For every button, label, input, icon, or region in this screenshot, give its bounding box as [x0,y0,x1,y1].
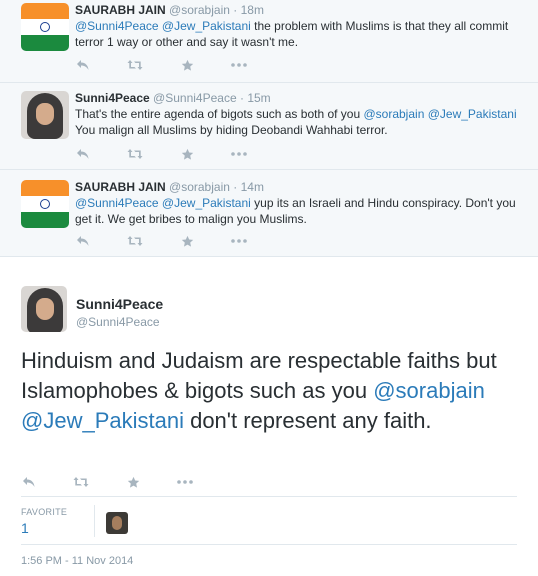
tweet-time[interactable]: 18m [241,3,264,17]
main-user-name[interactable]: Sunni4Peace [76,296,163,312]
reply-tweet-3[interactable]: SAURABH JAIN @sorabjain · 14m @Sunni4Pea… [0,170,538,257]
user-handle[interactable]: @sorabjain [169,3,230,17]
star-icon[interactable] [125,474,141,490]
main-user-avatar[interactable] [21,286,67,332]
reply-icon[interactable] [75,57,91,73]
favoriter-avatar[interactable] [106,512,128,534]
mention-link[interactable]: @sorabjain [363,107,424,121]
star-icon[interactable] [179,57,195,73]
mention-link[interactable]: @Jew_Pakistani [21,408,184,433]
divider [94,505,95,537]
retweet-icon[interactable] [73,474,89,490]
star-icon[interactable] [179,146,195,162]
user-avatar[interactable] [21,180,69,228]
retweet-icon[interactable] [127,57,143,73]
mention-link[interactable]: @sorabjain [373,378,485,403]
tweet-text-segment: You malign all Muslims by hiding Deoband… [75,123,388,137]
tweet-text: @Sunni4Peace @Jew_Pakistani the problem … [75,18,525,50]
tweet-actions [75,57,283,73]
tweet-actions [75,146,283,162]
hijab-portrait-avatar-icon [21,286,67,332]
mention-link[interactable]: @Jew_Pakistani [162,19,251,33]
user-name[interactable]: Sunni4Peace [75,91,150,105]
tweet-time[interactable]: 14m [241,180,264,194]
india-flag-avatar-icon [21,180,69,228]
user-avatar[interactable] [21,3,69,51]
reply-tweet-2[interactable]: Sunni4Peace @Sunni4Peace · 15m That's th… [0,83,538,170]
divider [21,496,517,497]
divider [21,544,517,545]
user-name[interactable]: SAURABH JAIN [75,3,166,17]
reply-icon[interactable] [75,233,91,249]
hijab-portrait-avatar-icon [21,91,69,139]
retweet-icon[interactable] [127,233,143,249]
tweet-header: Sunni4Peace @Sunni4Peace · 15m [75,91,271,105]
main-user-handle[interactable]: @Sunni4Peace [76,315,160,329]
reply-tweet-1[interactable]: SAURABH JAIN @sorabjain · 18m @Sunni4Pea… [0,0,538,83]
tweet-text-segment: That's the entire agenda of bigots such … [75,107,364,121]
star-icon[interactable] [179,233,195,249]
tweet-header: SAURABH JAIN @sorabjain · 18m [75,3,264,17]
favorite-count[interactable]: 1 [21,520,29,536]
more-dots-icon[interactable] [177,474,193,490]
user-handle[interactable]: @Sunni4Peace [153,91,237,105]
india-flag-avatar-icon [21,3,69,51]
user-name[interactable]: SAURABH JAIN [75,180,166,194]
tweet-text: @Sunni4Peace @Jew_Pakistani yup its an I… [75,195,525,227]
main-tweet-text: Hinduism and Judaism are respectable fai… [21,346,521,436]
tweet-actions [75,233,283,249]
more-dots-icon[interactable] [231,57,247,73]
favorite-label: FAVORITE [21,507,68,517]
reply-icon[interactable] [21,474,37,490]
reply-icon[interactable] [75,146,91,162]
more-dots-icon[interactable] [231,233,247,249]
tweet-text: That's the entire agenda of bigots such … [75,106,525,138]
more-dots-icon[interactable] [231,146,247,162]
main-tweet-actions [21,474,229,490]
tweet-timestamp[interactable]: 1:56 PM - 11 Nov 2014 [21,555,133,567]
tweet-time[interactable]: 15m [247,91,270,105]
retweet-icon[interactable] [127,146,143,162]
mention-link[interactable]: @Sunni4Peace [75,196,159,210]
tweet-text-segment: don't represent any faith. [183,408,432,433]
user-avatar[interactable] [21,91,69,139]
mention-link[interactable]: @Sunni4Peace [75,19,159,33]
mention-link[interactable]: @Jew_Pakistani [428,107,517,121]
mention-link[interactable]: @Jew_Pakistani [162,196,251,210]
user-handle[interactable]: @sorabjain [169,180,230,194]
tweet-header: SAURABH JAIN @sorabjain · 14m [75,180,264,194]
